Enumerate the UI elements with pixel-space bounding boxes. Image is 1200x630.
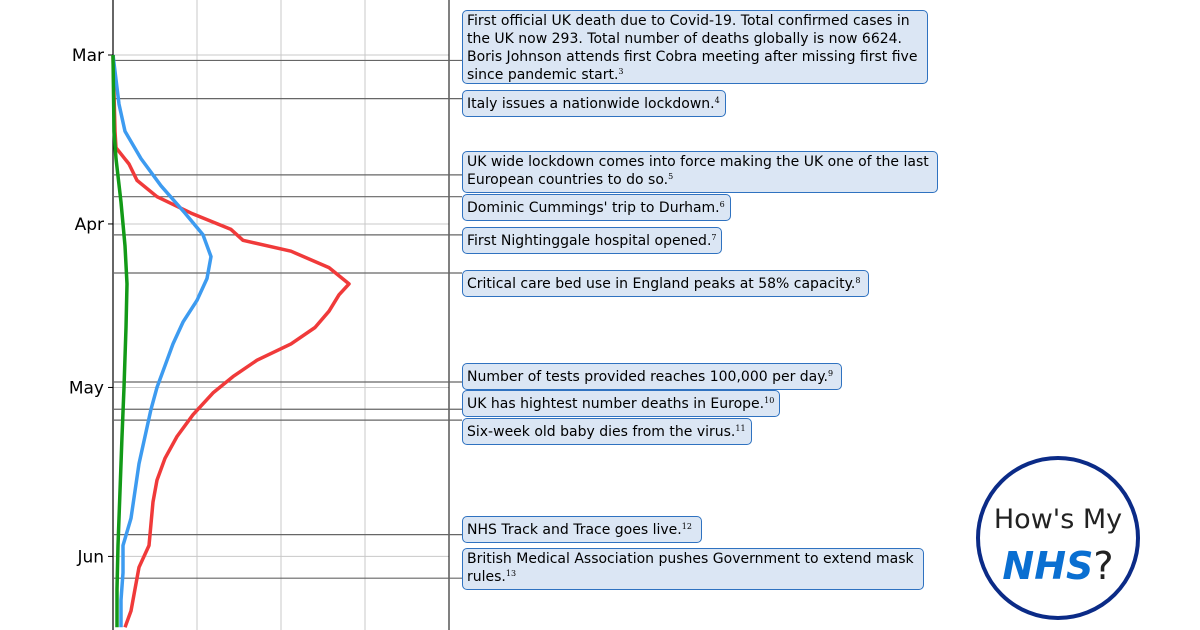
logo-suffix: ? (1093, 544, 1114, 588)
annotation-12: NHS Track and Trace goes live.12 (462, 516, 702, 543)
annotation-ref: 8 (855, 276, 861, 285)
logo-line1: How's My (993, 504, 1123, 535)
y-tick-label-mar: Mar (72, 46, 104, 66)
annotation-connectors (113, 59, 462, 579)
series-line-red (111, 54, 351, 628)
annotation-text: UK has hightest number deaths in Europe. (467, 396, 765, 412)
annotation-4: Italy issues a nationwide lockdown.4 (462, 90, 726, 117)
y-tick-label-may: May (69, 378, 104, 398)
logo-line2: NHS? (980, 544, 1136, 588)
hows-my-nhs-logo: How's My NHS? (976, 456, 1140, 620)
annotation-3: First official UK death due to Covid-19.… (462, 10, 928, 84)
annotation-text: UK wide lockdown comes into force making… (467, 154, 929, 188)
annotation-ref: 12 (681, 522, 692, 531)
series-line-blue (111, 54, 213, 628)
annotation-ref: 10 (764, 396, 775, 405)
grid-lines (113, 0, 449, 630)
annotation-ref: 13 (505, 569, 517, 578)
annotation-ref: 6 (719, 200, 725, 209)
y-tick-label-apr: Apr (75, 215, 104, 235)
annotation-text: NHS Track and Trace goes live. (467, 522, 682, 538)
annotation-text: Italy issues a nationwide lockdown. (467, 96, 715, 112)
annotation-ref: 3 (618, 67, 624, 76)
annotation-8: Critical care bed use in England peaks a… (462, 270, 869, 297)
annotation-text: First official UK death due to Covid-19.… (467, 13, 918, 83)
annotation-5: UK wide lockdown comes into force making… (462, 151, 938, 193)
annotation-ref: 11 (735, 424, 746, 433)
annotation-ref: 9 (828, 369, 834, 378)
annotation-6: Dominic Cummings' trip to Durham.6 (462, 194, 731, 221)
annotation-10: UK has hightest number deaths in Europe.… (462, 390, 780, 417)
annotation-13: British Medical Association pushes Gover… (462, 548, 924, 590)
series-lines (111, 54, 351, 628)
annotation-9: Number of tests provided reaches 100,000… (462, 363, 842, 390)
annotation-text: Dominic Cummings' trip to Durham. (467, 200, 720, 216)
annotation-ref: 7 (711, 233, 717, 242)
annotation-text: First Nightinggale hospital opened. (467, 233, 712, 249)
annotation-ref: 4 (714, 96, 720, 105)
annotation-text: British Medical Association pushes Gover… (467, 551, 914, 585)
annotation-text: Number of tests provided reaches 100,000… (467, 369, 828, 385)
annotation-7: First Nightinggale hospital opened.7 (462, 227, 722, 254)
annotation-text: Critical care bed use in England peaks a… (467, 276, 856, 292)
y-tick-label-jun: Jun (76, 547, 104, 567)
annotation-ref: 5 (668, 172, 674, 181)
annotation-text: Six-week old baby dies from the virus. (467, 424, 736, 440)
annotation-11: Six-week old baby dies from the virus.11 (462, 418, 752, 445)
logo-nhs: NHS (1002, 544, 1094, 588)
